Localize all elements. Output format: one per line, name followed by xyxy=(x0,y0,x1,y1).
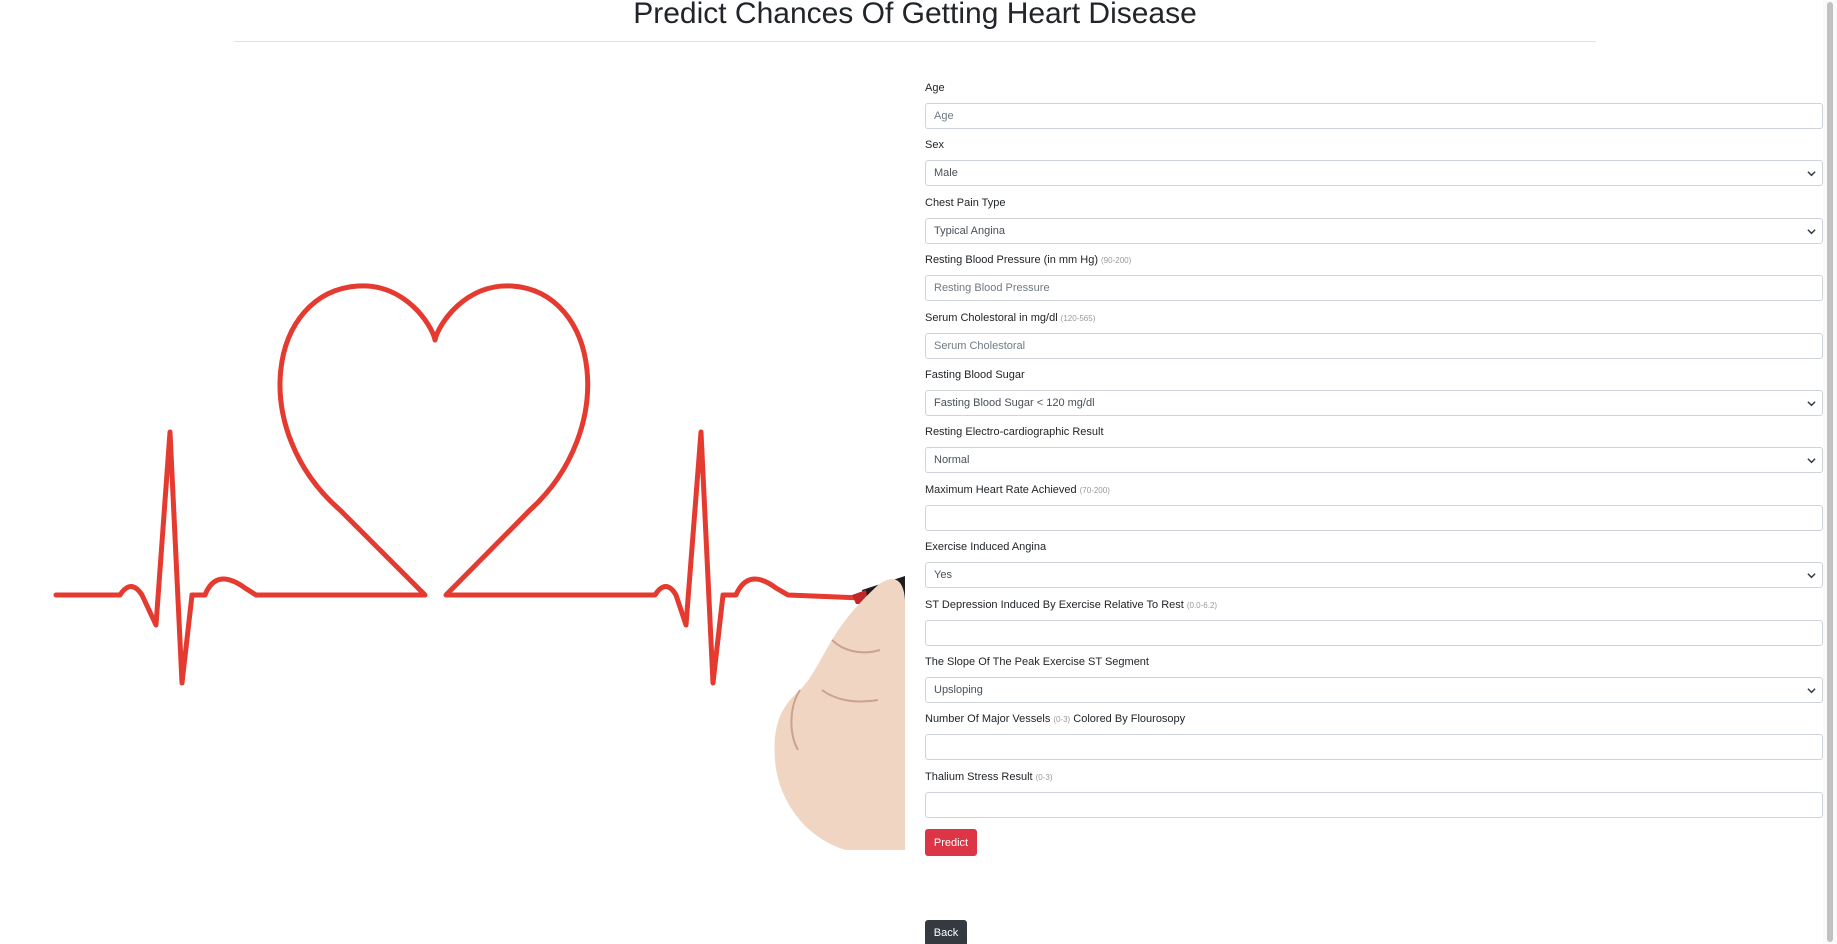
resting-bp-label: Resting Blood Pressure (in mm Hg) (90-200… xyxy=(925,254,1132,267)
heart-disease-form: Age Sex Male Chest Pain Type Typical Ang… xyxy=(925,82,1823,828)
max-heart-rate-input[interactable] xyxy=(925,504,1823,531)
ecg-heart-line xyxy=(53,283,865,686)
resting-ecg-label: Resting Electro-cardiographic Result xyxy=(925,426,1104,439)
field-fasting-sugar: Fasting Blood Sugar Fasting Blood Sugar … xyxy=(925,369,1823,426)
age-input[interactable] xyxy=(925,103,1823,129)
marker-pen-icon xyxy=(774,576,905,850)
st-depression-label: ST Depression Induced By Exercise Relati… xyxy=(925,598,1218,611)
exercise-angina-select[interactable]: Yes xyxy=(925,562,1823,589)
field-thalium: Thalium Stress Result (0-3) xyxy=(925,771,1823,828)
scrollbar-thumb[interactable] xyxy=(1827,2,1833,942)
title-divider xyxy=(234,41,1596,42)
st-slope-select[interactable]: Upsloping xyxy=(925,676,1823,703)
chevron-down-icon xyxy=(1807,228,1816,235)
cholesterol-hint: (120-565) xyxy=(1060,313,1096,323)
max-heart-rate-hint: (70-200) xyxy=(1079,485,1110,495)
chevron-down-icon xyxy=(1807,458,1816,464)
field-st-depression: ST Depression Induced By Exercise Relati… xyxy=(925,599,1823,656)
st-depression-input[interactable] xyxy=(925,619,1823,646)
major-vessels-label-suffix: Colored By Flourosopy xyxy=(1073,713,1186,726)
heart-ecg-illustration xyxy=(53,283,905,850)
fasting-sugar-select[interactable]: Fasting Blood Sugar < 120 mg/dl xyxy=(925,389,1823,416)
sex-select[interactable]: Male xyxy=(925,160,1823,187)
predict-button[interactable]: Predict xyxy=(925,829,977,856)
page-title: Predict Chances Of Getting Heart Disease xyxy=(633,0,1197,30)
thalium-input[interactable] xyxy=(925,791,1823,818)
st-slope-label: The Slope Of The Peak Exercise ST Segmen… xyxy=(925,655,1149,668)
field-major-vessels: Number Of Major Vessels (0-3) Colored By … xyxy=(925,713,1823,770)
resting-bp-input[interactable] xyxy=(925,275,1823,302)
back-button[interactable]: Back xyxy=(925,920,967,944)
field-st-slope: The Slope Of The Peak Exercise ST Segmen… xyxy=(925,656,1823,713)
fasting-sugar-label: Fasting Blood Sugar xyxy=(925,368,1025,381)
field-age: Age xyxy=(925,82,1823,139)
thalium-hint: (0-3) xyxy=(1035,772,1053,782)
field-resting-bp: Resting Blood Pressure (in mm Hg) (90-200… xyxy=(925,254,1823,311)
resting-bp-hint: (90-200) xyxy=(1101,256,1132,266)
field-max-heart-rate: Maximum Heart Rate Achieved (70-200) xyxy=(925,484,1823,541)
thalium-label: Thalium Stress Result (0-3) xyxy=(925,770,1053,783)
resting-ecg-select[interactable]: Normal xyxy=(925,447,1823,474)
chevron-down-icon xyxy=(1807,688,1816,694)
max-heart-rate-label: Maximum Heart Rate Achieved (70-200) xyxy=(925,483,1110,496)
field-sex: Sex Male xyxy=(925,139,1823,196)
cholesterol-label: Serum Cholestoral in mg/dl (120-565) xyxy=(925,311,1096,324)
cholesterol-input[interactable] xyxy=(925,332,1823,359)
sex-label: Sex xyxy=(925,139,944,152)
chest-pain-label: Chest Pain Type xyxy=(925,196,1006,209)
chevron-down-icon xyxy=(1807,573,1816,579)
field-resting-ecg: Resting Electro-cardiographic Result Nor… xyxy=(925,426,1823,483)
chevron-down-icon xyxy=(1807,401,1816,407)
major-vessels-label: Number Of Major Vessels (0-3) Colored By … xyxy=(925,713,1186,726)
field-exercise-angina: Exercise Induced Angina Yes xyxy=(925,541,1823,598)
chest-pain-select[interactable]: Typical Angina xyxy=(925,217,1823,244)
field-chest-pain: Chest Pain Type Typical Angina xyxy=(925,197,1823,254)
st-depression-hint: (0.0-6.2) xyxy=(1186,600,1218,610)
chevron-down-icon xyxy=(1807,171,1816,177)
age-label: Age xyxy=(925,82,945,94)
major-vessels-input[interactable] xyxy=(925,734,1823,761)
field-cholesterol: Serum Cholestoral in mg/dl (120-565) xyxy=(925,312,1823,369)
exercise-angina-label: Exercise Induced Angina xyxy=(925,541,1047,554)
page-scrollbar[interactable] xyxy=(1823,0,1837,944)
major-vessels-hint: (0-3) xyxy=(1053,715,1071,725)
